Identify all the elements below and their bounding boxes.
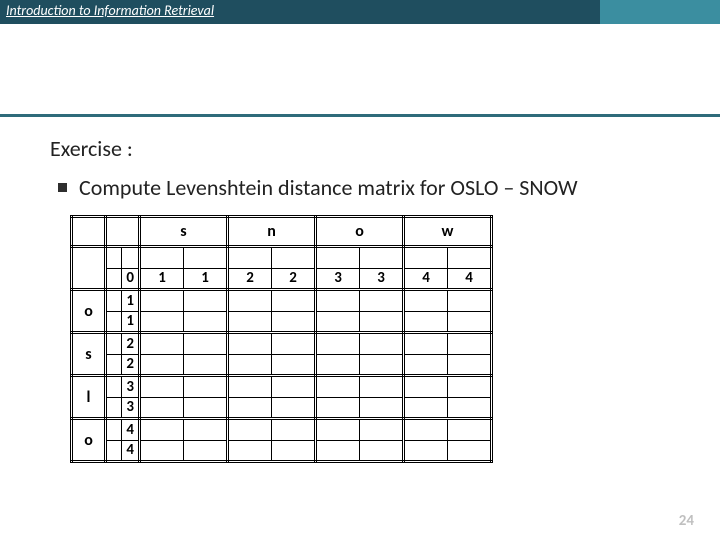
row-header: l [72,376,106,419]
matrix-cell [228,290,316,333]
matrix-cell: 44 [106,419,140,462]
matrix-cell [404,290,492,333]
matrix-row-3: l 33 [72,376,492,419]
corner-cell-2 [106,217,140,247]
row-header: o [72,290,106,333]
matrix-cell: 0 [106,247,140,290]
matrix-row-1: o 11 [72,290,492,333]
matrix-cell [404,419,492,462]
row-header-blank [72,247,106,290]
levenshtein-matrix: s n o w 0 11 22 33 44 o 11 [70,215,670,463]
matrix-row-0: 0 11 22 33 44 [72,247,492,290]
row-header: s [72,333,106,376]
matrix-row-2: s 22 [72,333,492,376]
matrix-cell [140,290,228,333]
matrix-cell: 11 [140,247,228,290]
matrix-cell [316,333,404,376]
exercise-label: Exercise : [50,135,670,162]
matrix-cell [404,333,492,376]
col-header: s [140,217,228,247]
header-title: Introduction to Information Retrieval [0,0,600,24]
matrix-table: s n o w 0 11 22 33 44 o 11 [70,215,493,463]
bullet-line: Compute Levenshtein distance matrix for … [50,174,670,201]
matrix-cell: 33 [316,247,404,290]
matrix-row-4: o 44 [72,419,492,462]
square-bullet-icon [58,183,67,192]
col-header: w [404,217,492,247]
matrix-cell [316,290,404,333]
exercise-text: Compute Levenshtein distance matrix for … [79,174,578,201]
matrix-cell [228,419,316,462]
matrix-cell: 22 [228,247,316,290]
matrix-cell [228,376,316,419]
matrix-cell: 22 [106,333,140,376]
header-accent [600,0,720,24]
matrix-cell [316,376,404,419]
matrix-cell: 33 [106,376,140,419]
matrix-cell [316,419,404,462]
row-header: o [72,419,106,462]
matrix-cell: 11 [106,290,140,333]
matrix-cell [404,376,492,419]
matrix-cell [140,419,228,462]
header-bar: Introduction to Information Retrieval [0,0,720,24]
col-header: n [228,217,316,247]
page-number: 24 [679,512,694,530]
content-area: Exercise : Compute Levenshtein distance … [0,117,720,463]
corner-cell [72,217,106,247]
matrix-cell [140,333,228,376]
matrix-cell [228,333,316,376]
matrix-header-row: s n o w [72,217,492,247]
matrix-cell [140,376,228,419]
col-header: o [316,217,404,247]
matrix-cell: 44 [404,247,492,290]
